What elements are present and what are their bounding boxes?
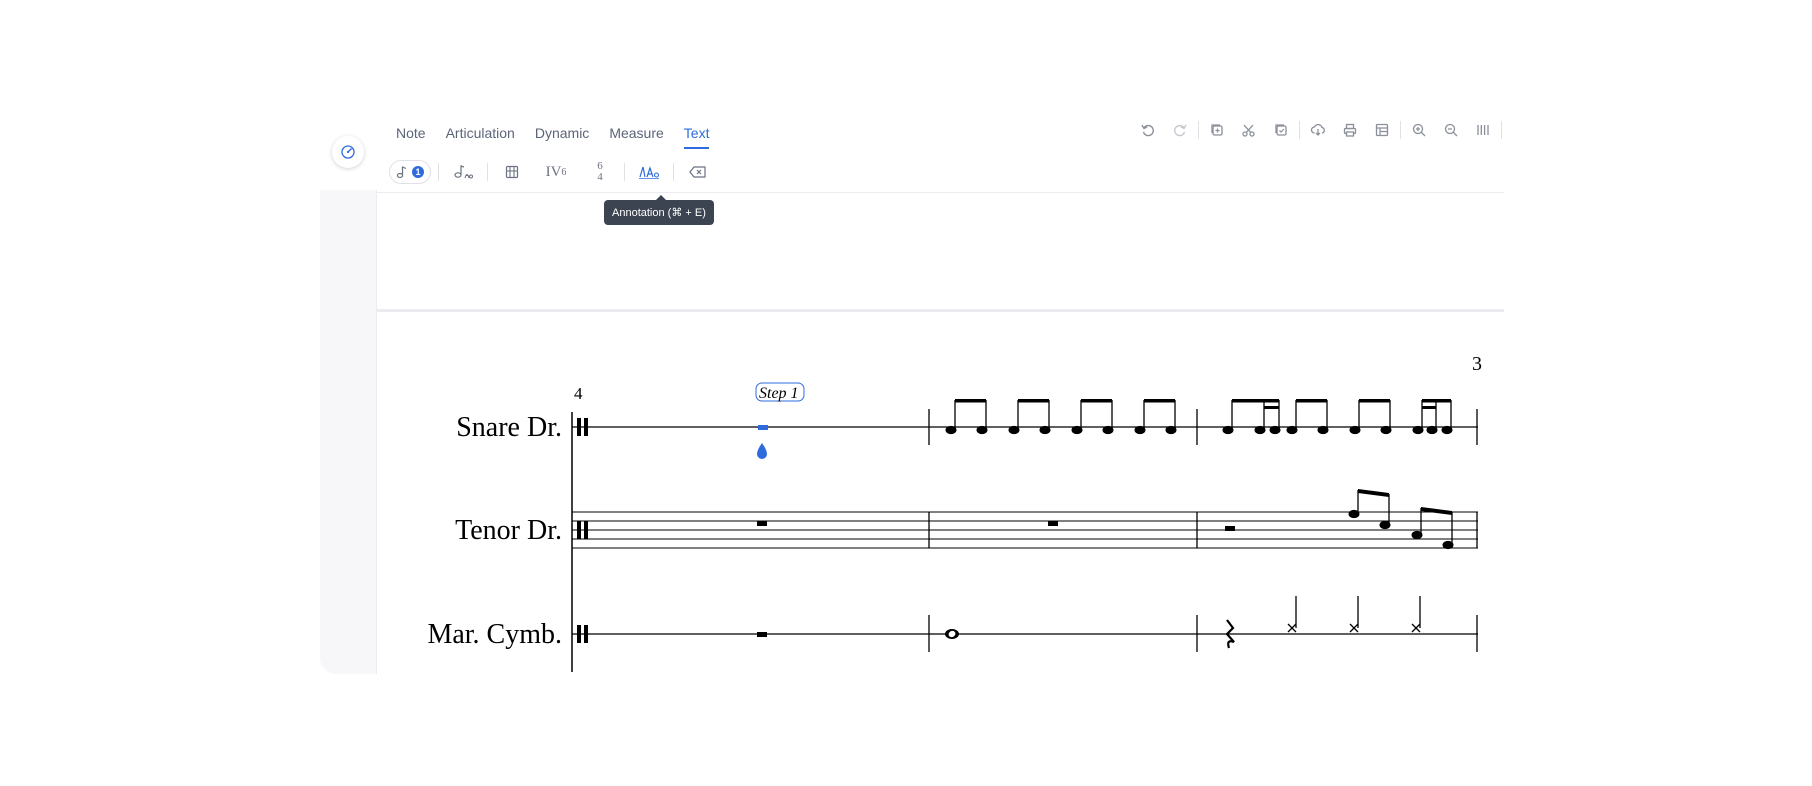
whole-rest[interactable] xyxy=(757,521,767,526)
selected-rest[interactable] xyxy=(758,425,768,430)
x-note-head[interactable] xyxy=(1287,623,1297,633)
cymbal-staff xyxy=(572,596,1478,652)
input-cursor-drop-icon[interactable] xyxy=(757,443,767,459)
cymbal-x-notes xyxy=(1287,596,1421,633)
annotation-text[interactable]: Step 1 xyxy=(759,385,799,402)
tenor-staff xyxy=(572,489,1478,550)
percussion-clef xyxy=(584,418,588,436)
score-canvas: 3 4 Step 1 Snare Dr. Tenor Dr. Mar. Cymb… xyxy=(427,353,1482,672)
snare-staff xyxy=(572,399,1478,459)
x-note-head[interactable] xyxy=(1349,623,1359,633)
whole-rest[interactable] xyxy=(1048,521,1058,526)
half-rest[interactable] xyxy=(1225,526,1235,531)
percussion-clef xyxy=(577,418,581,436)
whole-rest[interactable] xyxy=(757,632,767,637)
instrument-label-tenor: Tenor Dr. xyxy=(455,515,562,546)
x-note-head[interactable] xyxy=(1411,623,1421,633)
system-measure-number: 3 xyxy=(1472,353,1482,375)
percussion-clef xyxy=(577,625,581,643)
percussion-clef xyxy=(584,521,588,539)
instrument-label-cymbal: Mar. Cymb. xyxy=(427,619,562,650)
percussion-clef xyxy=(577,521,581,539)
tenor-measure-3-notes xyxy=(1348,489,1454,550)
measure-start-number: 4 xyxy=(574,384,583,403)
snare-measure-3-notes xyxy=(1222,399,1453,435)
instrument-label-snare: Snare Dr. xyxy=(456,412,562,443)
snare-measure-2-notes xyxy=(945,399,1177,435)
percussion-clef xyxy=(584,625,588,643)
